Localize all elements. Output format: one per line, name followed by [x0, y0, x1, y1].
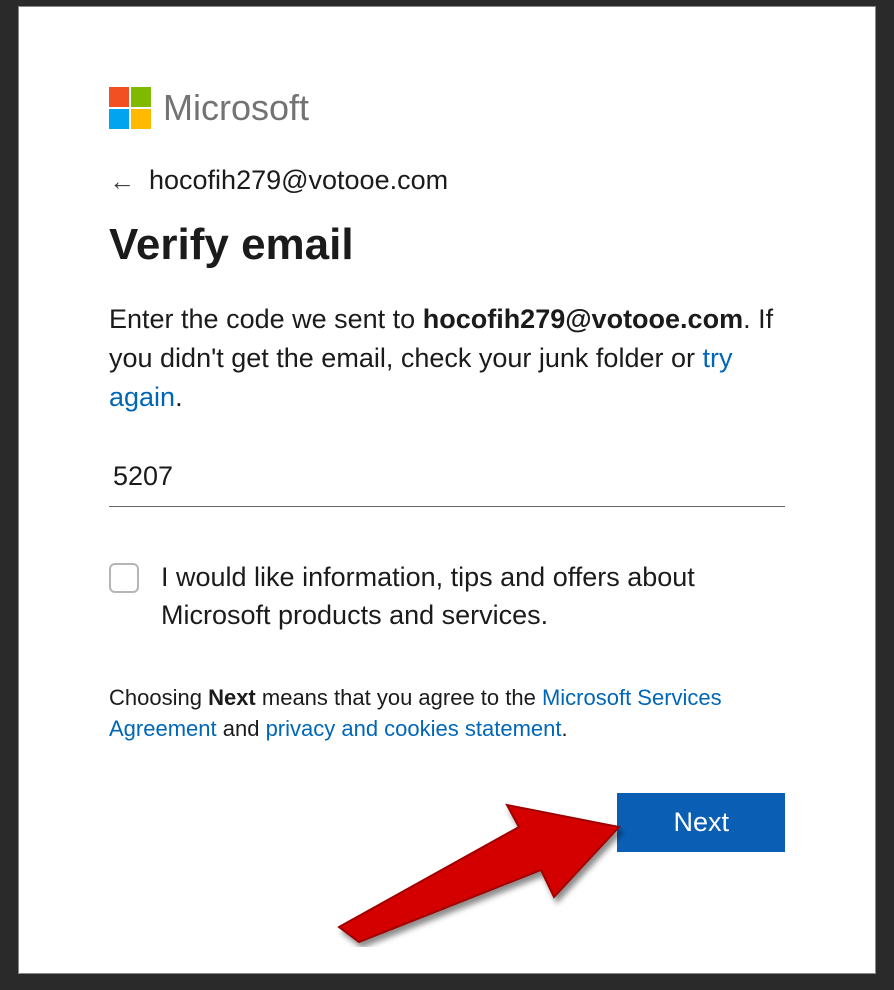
marketing-optin-row: I would like information, tips and offer…	[109, 559, 785, 635]
button-row: Next	[109, 793, 785, 852]
instruction-email: hocofih279@votooe.com	[423, 304, 743, 334]
microsoft-logo: Microsoft	[109, 87, 785, 129]
marketing-optin-checkbox[interactable]	[109, 563, 139, 593]
instruction-suffix: .	[175, 382, 183, 412]
instruction-prefix: Enter the code we sent to	[109, 304, 423, 334]
account-email: hocofih279@votooe.com	[149, 165, 448, 196]
microsoft-logo-text: Microsoft	[163, 87, 309, 129]
agreement-text: Choosing Next means that you agree to th…	[109, 683, 785, 745]
microsoft-logo-icon	[109, 87, 151, 129]
verification-code-input[interactable]	[109, 453, 785, 507]
next-button[interactable]: Next	[617, 793, 785, 852]
page-title: Verify email	[109, 220, 785, 270]
agreement-middle2: and	[217, 716, 266, 741]
annotation-arrow-icon	[319, 757, 649, 947]
back-row: ← hocofih279@votooe.com	[109, 165, 785, 196]
agreement-prefix: Choosing	[109, 685, 208, 710]
verify-email-dialog: Microsoft ← hocofih279@votooe.com Verify…	[18, 6, 876, 974]
privacy-cookies-link[interactable]: privacy and cookies statement	[266, 716, 562, 741]
agreement-suffix: .	[562, 716, 568, 741]
agreement-next-word: Next	[208, 685, 256, 710]
agreement-middle1: means that you agree to the	[256, 685, 542, 710]
back-arrow-icon[interactable]: ←	[109, 168, 135, 194]
marketing-optin-label: I would like information, tips and offer…	[161, 559, 785, 635]
instruction-text: Enter the code we sent to hocofih279@vot…	[109, 300, 785, 417]
